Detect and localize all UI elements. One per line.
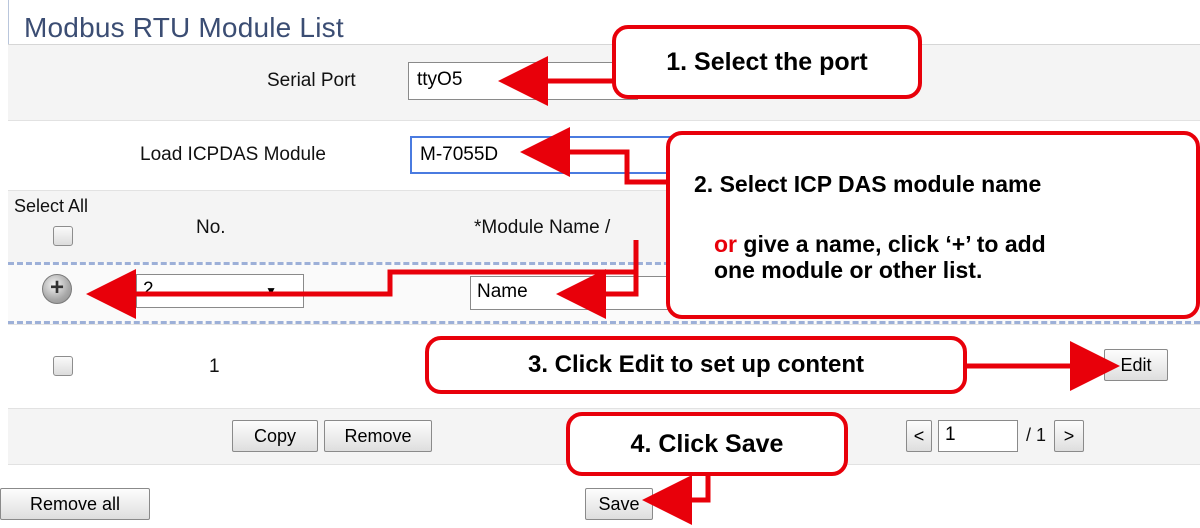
callout-click-edit: 3. Click Edit to set up content <box>425 336 967 394</box>
module-name-input[interactable]: Name <box>470 276 670 310</box>
serial-port-label: Serial Port <box>267 70 356 91</box>
select-all-checkbox[interactable] <box>53 226 73 246</box>
serial-port-select[interactable]: ttyO5 <box>408 62 638 100</box>
page-title: Modbus RTU Module List <box>24 12 344 43</box>
column-header-module-name: *Module Name / <box>474 217 611 238</box>
callout-select-port: 1. Select the port <box>612 25 922 99</box>
page-total-label: / 1 <box>1026 425 1047 445</box>
load-module-select[interactable]: M-7055D <box>410 136 680 174</box>
callout-or-text: or <box>714 231 737 257</box>
page-number-input[interactable]: 1 <box>938 420 1018 452</box>
callout-select-module-line2: or give a name, click ‘+’ to add <box>714 231 1046 258</box>
prev-page-button[interactable]: < <box>906 420 932 452</box>
callout-select-module-line3: one module or other list. <box>714 257 983 283</box>
module-number-value: 2 <box>143 279 154 300</box>
row-select-checkbox[interactable] <box>53 356 73 376</box>
callout-add-text: give a name, click ‘+’ to add <box>737 231 1046 257</box>
callout-select-module: 2. Select ICP DAS module name or give a … <box>666 131 1200 319</box>
callout-select-module-line1: 2. Select ICP DAS module name <box>694 171 1042 197</box>
remove-button[interactable]: Remove <box>324 420 432 452</box>
chevron-down-icon: ▼ <box>265 284 277 298</box>
next-page-button[interactable]: > <box>1054 420 1084 452</box>
callout-click-save: 4. Click Save <box>566 412 848 476</box>
edit-button[interactable]: Edit <box>1104 349 1168 381</box>
add-module-icon[interactable]: + <box>42 274 72 304</box>
copy-button[interactable]: Copy <box>232 420 318 452</box>
column-header-no: No. <box>196 217 226 238</box>
select-all-label: Select All <box>14 196 89 216</box>
modbus-rtu-module-list-page: Modbus RTU Module List Serial Port ttyO5… <box>0 0 1200 528</box>
load-module-label: Load ICPDAS Module <box>140 144 326 165</box>
module-number-select[interactable]: 2 ▼ <box>136 274 304 308</box>
save-button[interactable]: Save <box>585 488 653 520</box>
row-number: 1 <box>209 356 220 377</box>
remove-all-button[interactable]: Remove all <box>0 488 150 520</box>
